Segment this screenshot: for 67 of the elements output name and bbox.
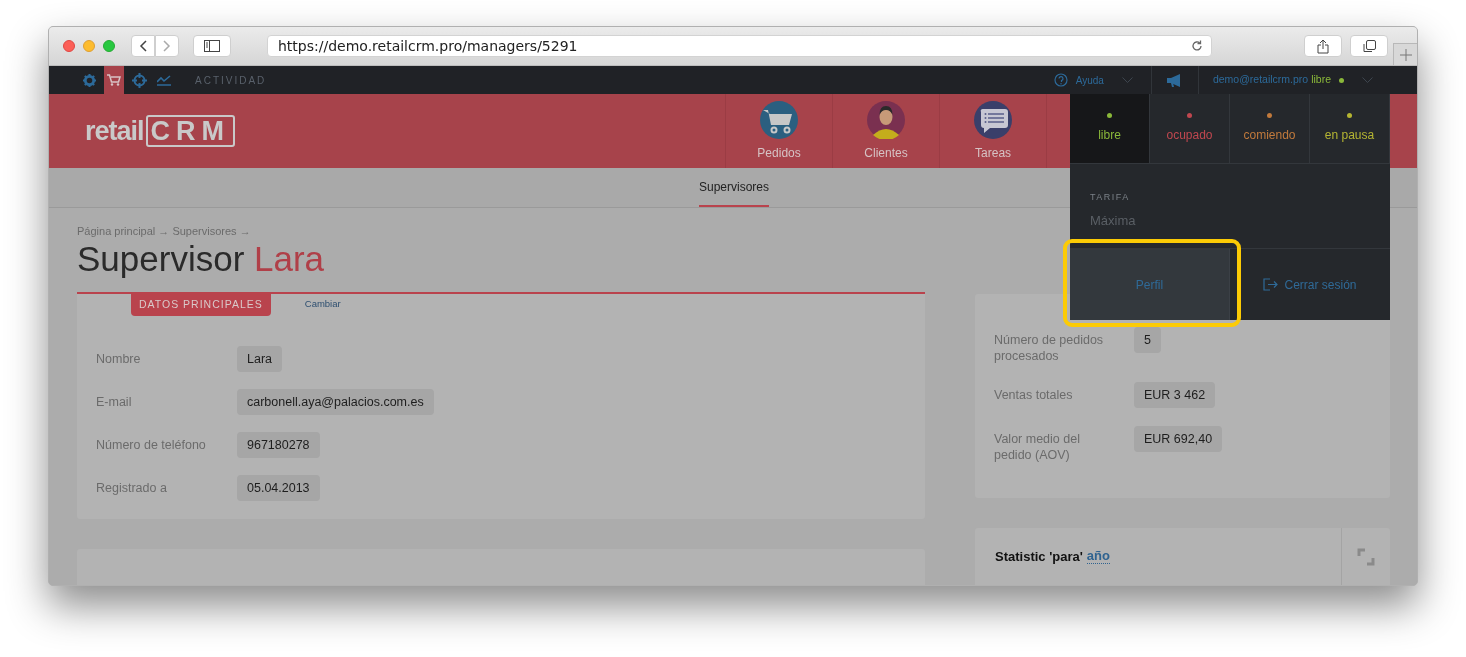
cart-icon[interactable]: [104, 66, 124, 94]
tabs-button[interactable]: [1350, 35, 1388, 57]
nav-link[interactable]: Tareas: [975, 143, 1012, 162]
maximize-window-button[interactable]: [103, 40, 115, 52]
account-email[interactable]: demo@retailcrm.pro: [1212, 72, 1309, 88]
logo[interactable]: retail CRM: [85, 110, 236, 152]
sidebar-icon: [204, 40, 220, 52]
status-option[interactable]: ocupado: [1150, 94, 1230, 163]
nav-link[interactable]: Clientes: [864, 143, 908, 162]
minimize-window-button[interactable]: [83, 40, 95, 52]
status-label: comiendo: [1243, 127, 1296, 144]
breadcrumb: Página principal → Supervisores →: [77, 224, 252, 238]
share-button[interactable]: [1304, 35, 1342, 57]
status-option[interactable]: comiendo: [1230, 94, 1310, 163]
status-label: libre: [1098, 127, 1121, 144]
field-label: E-mail: [96, 393, 133, 410]
tab[interactable]: Cambiar: [304, 297, 341, 312]
status-label: ocupado: [1166, 127, 1213, 144]
forward-button[interactable]: [155, 35, 179, 57]
cart-icon: [760, 100, 799, 139]
tabs-icon: [1362, 39, 1376, 53]
field-value: EUR 692,40: [1134, 426, 1223, 452]
share-icon: [1317, 38, 1329, 54]
help-menu[interactable]: Ayuda: [1075, 72, 1104, 88]
expand-icon[interactable]: [1357, 547, 1375, 566]
field-value: 05.04.2013: [237, 474, 320, 501]
profile-button[interactable]: Perfil: [1070, 249, 1230, 320]
new-tab-button[interactable]: [1393, 43, 1417, 65]
megaphone-icon[interactable]: [1166, 73, 1183, 87]
close-window-button[interactable]: [63, 40, 75, 52]
tab[interactable]: DATOS PRINCIPALES: [131, 294, 271, 316]
reload-icon[interactable]: [1191, 40, 1203, 52]
plus-icon: [1399, 48, 1412, 61]
field-label: Registrado a: [96, 479, 168, 496]
period-link[interactable]: año: [1086, 549, 1110, 565]
tariff-label: TARIFA: [1090, 191, 1131, 204]
chevron-right-icon: [163, 40, 171, 52]
status-option[interactable]: libre: [1070, 94, 1150, 163]
field-label: Número de teléfono: [96, 436, 207, 453]
url-text: https://demo.retailcrm.pro/managers/5291: [278, 36, 579, 56]
field-value: EUR 3 462: [1134, 382, 1216, 408]
person-icon: [867, 100, 906, 139]
field-label: Ventas totales: [994, 387, 1074, 403]
chat-list-icon: [974, 100, 1013, 139]
nav-link[interactable]: Pedidos: [757, 143, 801, 162]
chevron-left-icon: [139, 40, 147, 52]
status-label: en pausa: [1324, 127, 1375, 144]
tariff-value: Máxima: [1090, 211, 1137, 230]
field-label: Valor medio del pedido (AOV): [994, 431, 1081, 463]
logout-icon: [1263, 278, 1279, 291]
field-value: carbonell.aya@palacios.com.es: [237, 388, 434, 415]
field-value: 5: [1134, 327, 1161, 353]
field-value: 967180278: [237, 431, 320, 458]
account-status: libre: [1311, 72, 1331, 88]
back-button[interactable]: [131, 35, 155, 57]
field-value: Lara: [237, 345, 283, 372]
status-option[interactable]: en pausa: [1310, 94, 1390, 163]
help-icon: [1053, 73, 1068, 87]
field-label: Número de pedidos procesados: [994, 332, 1105, 364]
address-bar[interactable]: https://demo.retailcrm.pro/managers/5291: [267, 35, 1212, 57]
chevron-down-icon[interactable]: [1362, 76, 1373, 84]
field-label: Nombre: [96, 350, 142, 367]
page-title: Supervisor Lara: [77, 239, 326, 279]
activity-link[interactable]: ACTIVIDAD: [195, 72, 267, 88]
chevron-down-icon[interactable]: [1121, 76, 1133, 84]
sidebar-button[interactable]: [193, 35, 231, 57]
statistic-title: Statistic 'para': [995, 548, 1083, 566]
